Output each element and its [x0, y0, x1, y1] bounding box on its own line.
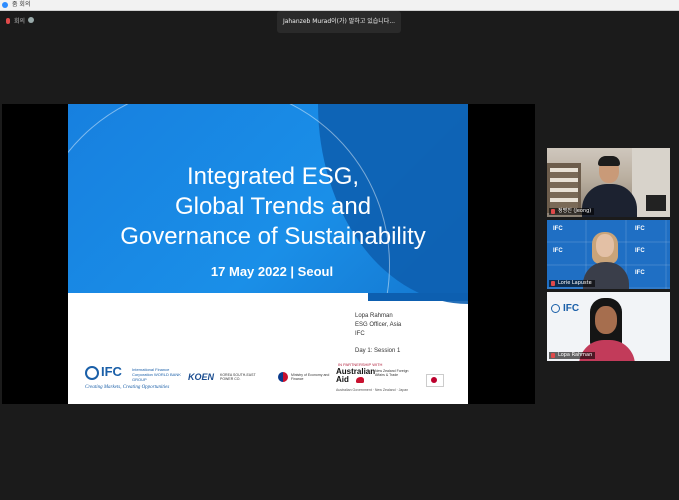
shield-icon[interactable] — [28, 17, 34, 23]
koen-logo-subtext: KOREA SOUTH-EAST POWER CO. — [220, 373, 256, 381]
slide-accent-strip — [368, 293, 468, 301]
window-titlebar: 줌 회의 — [0, 0, 679, 11]
bookshelf-background — [547, 163, 581, 213]
mic-muted-icon — [551, 353, 555, 358]
background-logo: IFC — [553, 226, 563, 232]
japan-flag-icon — [426, 374, 444, 387]
kangaroo-icon — [356, 377, 364, 383]
moef-logo-text: Ministry of Economy and Finance — [291, 373, 330, 381]
participant-name-tag: Lorie Lapuste — [549, 280, 595, 287]
nz-logo-text: New Zealand Foreign Affairs & Trade — [375, 369, 409, 377]
background-logo: IFC — [635, 270, 645, 276]
slide-title: Integrated ESG, Global Trends and Govern… — [68, 162, 468, 252]
globe-icon — [85, 366, 99, 380]
globe-icon — [551, 304, 560, 313]
window-title: 줌 회의 — [12, 1, 31, 8]
ifc-logo-text: IFC — [101, 364, 122, 379]
monitor-background — [646, 195, 666, 211]
participant-name-tag: Lopa Rahman — [549, 352, 596, 359]
mic-muted-icon[interactable] — [6, 18, 10, 24]
presenter-info: Lopa Rahman ESG Officer, Asia IFC — [355, 312, 401, 339]
presenter-org: IFC — [355, 331, 365, 337]
participant-hair — [598, 156, 620, 166]
slide-title-line: Global Trends and — [174, 193, 372, 220]
koen-logo: KOEN — [188, 372, 215, 382]
zoom-app-icon — [2, 2, 8, 8]
ifc-tagline: Creating Markets, Creating Opportunities — [85, 385, 170, 390]
participant-video-tile[interactable]: IFC Lopa Rahman — [547, 292, 670, 361]
slide-title-line: Governance of Sustainability — [120, 223, 426, 250]
participant-video-tile[interactable]: 정명진 (Jeong) — [547, 148, 670, 217]
participant-face — [596, 234, 614, 257]
background-logo: IFC — [635, 226, 645, 232]
session-label: Day 1: Session 1 — [355, 348, 401, 354]
presentation-slide: Integrated ESG, Global Trends and Govern… — [68, 104, 468, 404]
presenter-name: Lopa Rahman — [355, 313, 393, 319]
meeting-status: 회의 — [14, 18, 26, 25]
mic-muted-icon — [551, 209, 555, 214]
active-speaker-banner: Jahanzeb Murad이(가) 말하고 있습니다... — [277, 11, 401, 33]
mic-muted-icon — [551, 281, 555, 286]
ifc-logo-subtext: International Finance Corporation WORLD … — [132, 367, 181, 382]
partner-footer-line: Australian Government · New Zealand · Ja… — [336, 388, 409, 392]
korea-emblem-icon — [278, 372, 288, 382]
background-logo: IFC — [553, 248, 563, 254]
ifc-logo: IFC — [551, 303, 580, 314]
participant-name: Lopa Rahman — [558, 352, 593, 358]
slide-title-line: Integrated ESG, — [186, 163, 360, 190]
slide-date: 17 May 2022 | Seoul — [210, 264, 334, 279]
participant-name-tag: 정명진 (Jeong) — [549, 208, 595, 215]
slide-decorative-arc — [68, 104, 390, 404]
presenter-role: ESG Officer, Asia — [355, 322, 402, 328]
ifc-logo-text: IFC — [563, 303, 580, 314]
participant-video-tile[interactable]: IFC IFC IFC IFC IFC Lorie Lapuste — [547, 220, 670, 289]
participant-name: 정명진 (Jeong) — [558, 208, 592, 214]
participant-face — [595, 306, 617, 334]
background-logo: IFC — [635, 248, 645, 254]
participant-name: Lorie Lapuste — [558, 280, 592, 286]
